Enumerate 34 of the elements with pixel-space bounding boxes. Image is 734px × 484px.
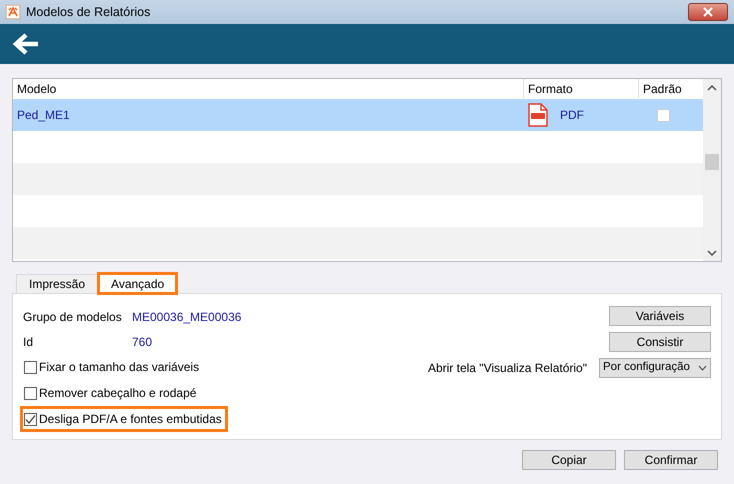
action-button[interactable]: Copiar bbox=[522, 450, 616, 470]
action-button[interactable]: Consistir bbox=[609, 332, 711, 352]
close-icon bbox=[703, 7, 713, 18]
table-row[interactable]: Ped_ME1 PDF bbox=[13, 99, 703, 131]
field-value: ME00036_ME00036 bbox=[132, 308, 242, 326]
action-button[interactable]: Confirmar bbox=[624, 450, 718, 470]
checkbox[interactable]: Desliga PDF/A e fontes embutidas bbox=[20, 406, 228, 432]
tab[interactable]: Impressão bbox=[16, 274, 98, 293]
scroll-down-icon[interactable] bbox=[707, 249, 717, 257]
checkmark-icon bbox=[25, 414, 36, 424]
scroll-thumb[interactable] bbox=[705, 154, 719, 170]
pdf-file-icon bbox=[528, 103, 548, 127]
field-label: Grupo de modelos bbox=[23, 308, 123, 326]
checkbox[interactable]: Remover cabeçalho e rodapé bbox=[20, 380, 202, 406]
scrollbar[interactable] bbox=[703, 79, 721, 261]
action-button[interactable]: Variáveis bbox=[609, 306, 711, 326]
app-icon bbox=[6, 5, 20, 19]
field-value: 760 bbox=[132, 334, 152, 350]
column-header: Padrão bbox=[643, 80, 682, 98]
close-button[interactable] bbox=[688, 3, 728, 21]
viewer-dropdown[interactable]: Por configuração bbox=[599, 358, 711, 378]
viewer-label: Abrir tela "Visualiza Relatório" bbox=[428, 360, 587, 377]
back-arrow-icon[interactable] bbox=[12, 32, 40, 56]
table-cell-text: Ped_ME1 bbox=[17, 107, 70, 124]
checkbox[interactable] bbox=[657, 108, 670, 122]
tab[interactable]: Avançado bbox=[98, 273, 178, 294]
column-header: Formato bbox=[528, 80, 573, 98]
field-label: Id bbox=[23, 334, 34, 350]
chevron-down-icon bbox=[698, 365, 707, 371]
scroll-up-icon[interactable] bbox=[707, 84, 717, 92]
checkbox[interactable]: Fixar o tamanho das variáveis bbox=[20, 354, 206, 380]
window-title: Modelos de Relatórios bbox=[26, 4, 150, 21]
column-header: Modelo bbox=[17, 80, 56, 98]
table-cell-text: PDF bbox=[560, 107, 584, 124]
